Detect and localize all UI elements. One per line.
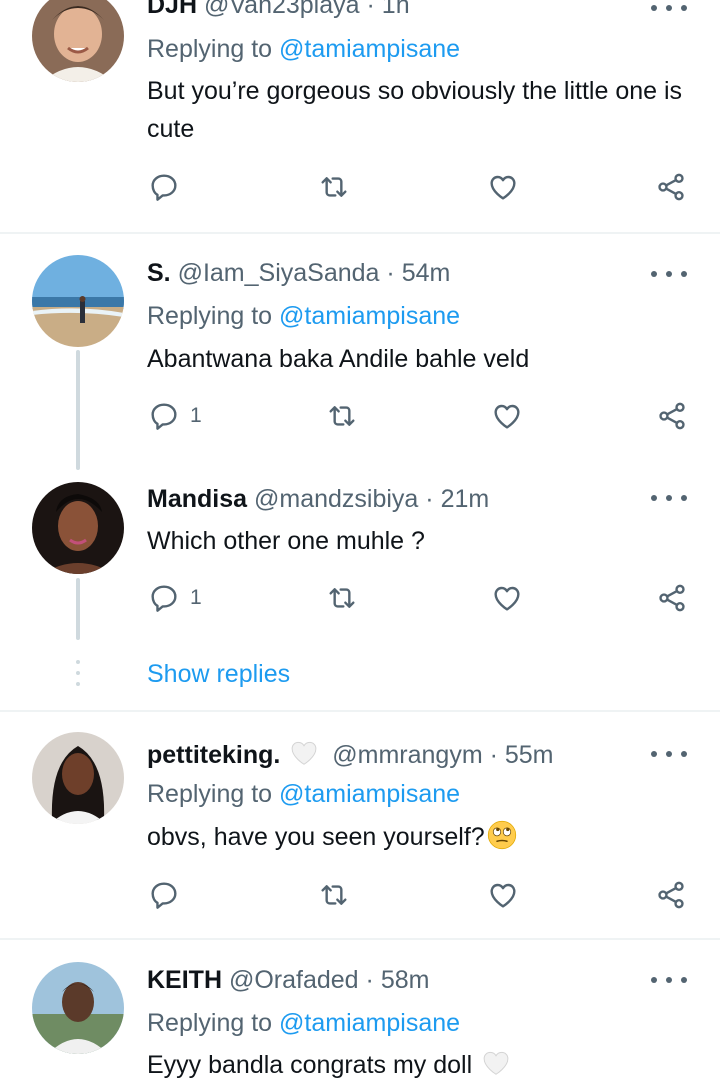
tweet-time[interactable]: 54m [402,259,451,287]
like-icon [491,400,523,432]
tweet-time[interactable]: 58m [381,966,430,994]
author-name[interactable]: Mandisa [147,485,247,513]
reply-button[interactable] [148,171,180,203]
thread-dots [76,660,80,693]
author-handle[interactable]: @Van23playa [204,0,360,19]
separator-dot: · [489,741,498,769]
tweet-time[interactable]: 21m [441,485,490,513]
tweet-text: Which other one muhle ? [147,527,425,555]
share-button[interactable] [656,400,688,432]
avatar-keith[interactable] [32,962,124,1054]
author-name[interactable]: DJH [147,0,197,19]
separator-dot: · [365,966,374,994]
author-name[interactable]: KEITH [147,966,222,994]
tweet-pettiteking[interactable]: pettiteking. @mmrangym · 55m Replying to… [0,712,720,938]
retweet-button[interactable] [326,400,358,432]
more-icon[interactable] [651,264,687,284]
more-icon[interactable] [651,488,687,508]
share-icon [656,582,688,614]
separator-dot: · [425,485,434,513]
tweet-actions: 1 [0,400,720,440]
share-button[interactable] [655,171,687,203]
show-replies-link[interactable]: Show replies [147,659,290,689]
reply-icon [148,171,180,203]
author-handle[interactable]: @mmrangym [332,741,482,769]
white-heart-emoji [483,1051,509,1075]
share-icon [656,400,688,432]
share-icon [655,879,687,911]
reply-icon [148,582,180,614]
avatar-djh[interactable] [32,0,124,82]
tweet-actions [0,171,720,211]
tweet-text-container: Eyyy bandla congrats my doll [147,1046,687,1084]
reply-icon [148,879,180,911]
replying-to-handle[interactable]: @tamiampisane [279,302,460,330]
tweet-time[interactable]: 55m [505,741,554,769]
tweet-keith[interactable]: KEITH @Orafaded · 58m Replying to @tamia… [0,940,720,1092]
like-icon [491,582,523,614]
reply-button[interactable]: 1 [148,582,202,614]
replying-to-handle[interactable]: @tamiampisane [279,35,460,63]
tweet-text-container: obvs, have you seen yourself? [147,818,687,856]
separator-dot: · [366,0,375,19]
replying-to-handle[interactable]: @tamiampisane [279,1009,460,1037]
reply-count: 1 [190,586,202,609]
replying-to: Replying to @tamiampisane [147,301,460,331]
tweet-siyasanda[interactable]: S. @Iam_SiyaSanda · 54m Replying to @tam… [0,234,720,470]
like-button[interactable] [487,879,519,911]
tweet-time[interactable]: 1h [382,0,410,19]
author-handle[interactable]: @Orafaded [229,966,359,994]
eye-roll-emoji [487,820,516,850]
replying-to-handle[interactable]: @tamiampisane [279,780,460,808]
reply-button[interactable] [148,879,180,911]
like-button[interactable] [491,400,523,432]
retweet-icon [326,400,358,432]
more-icon[interactable] [651,744,687,764]
tweet-text: Abantwana baka Andile bahle veld [147,345,530,373]
retweet-icon [326,582,358,614]
replying-to: Replying to @tamiampisane [147,779,460,809]
white-heart-emoji [291,741,317,765]
author-handle[interactable]: @Iam_SiyaSanda [178,259,380,287]
more-icon[interactable] [651,970,687,990]
avatar-mandisa[interactable] [32,482,124,574]
more-icon[interactable] [651,0,687,18]
separator-dot: · [386,259,395,287]
retweet-icon [318,171,350,203]
avatar-pettiteking[interactable] [32,732,124,824]
reply-button[interactable]: 1 [148,400,202,432]
tweet-text: obvs, have you seen yourself? [147,823,485,851]
tweet-mandisa[interactable]: Mandisa @mandzsibiya · 21m Which other o… [0,470,720,650]
tweet-actions: 1 [0,582,720,622]
avatar-siyasanda[interactable] [32,255,124,347]
tweet-actions [0,879,720,919]
retweet-button[interactable] [318,171,350,203]
tweet-text: Eyyy bandla congrats my doll [147,1051,473,1079]
tweet-djh[interactable]: DJH @Van23playa · 1h Replying to @tamiam… [0,0,720,232]
retweet-button[interactable] [326,582,358,614]
like-icon [487,879,519,911]
replying-to: Replying to @tamiampisane [147,1008,460,1038]
like-button[interactable] [487,171,519,203]
like-button[interactable] [491,582,523,614]
replying-prefix: Replying to [147,1009,273,1037]
like-icon [487,171,519,203]
author-name[interactable]: S. [147,259,171,287]
thread-line [76,350,80,470]
thread-line [76,578,80,640]
retweet-button[interactable] [318,879,350,911]
replying-to: Replying to @tamiampisane [147,34,460,64]
share-button[interactable] [655,879,687,911]
share-icon [655,171,687,203]
replying-prefix: Replying to [147,302,273,330]
author-handle[interactable]: @mandzsibiya [254,485,418,513]
retweet-icon [318,879,350,911]
author-name[interactable]: pettiteking. [147,741,280,769]
replying-prefix: Replying to [147,780,273,808]
tweet-text: But you’re gorgeous so obviously the lit… [147,77,683,143]
share-button[interactable] [656,582,688,614]
reply-count: 1 [190,404,202,427]
reply-icon [148,400,180,432]
replying-prefix: Replying to [147,35,273,63]
